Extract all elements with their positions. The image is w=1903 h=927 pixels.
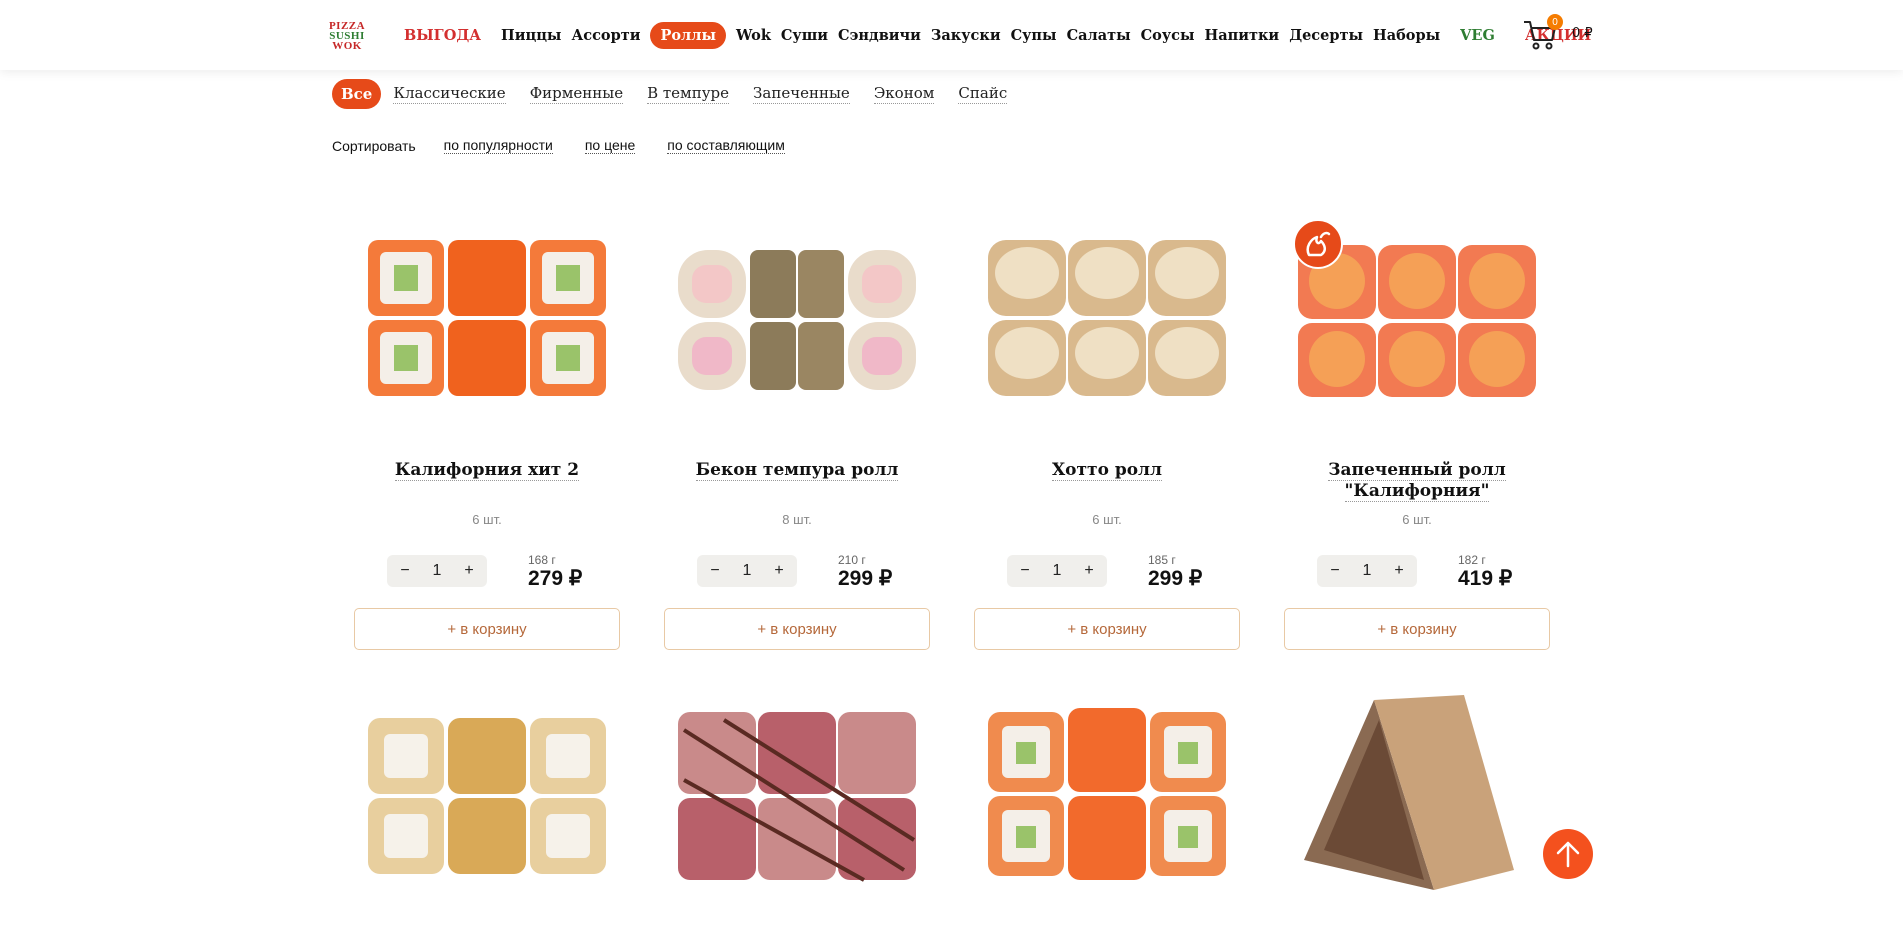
decrement-button[interactable]: −: [1327, 562, 1343, 580]
nav-item-salads[interactable]: Салаты: [1067, 27, 1131, 44]
subcat-classic[interactable]: Классические: [393, 84, 506, 104]
product-weight: 210 г: [838, 553, 866, 567]
product-price: 279 ₽: [528, 567, 583, 590]
nav-item-sandwiches[interactable]: Сэндвичи: [838, 27, 921, 44]
arrow-up-icon: [1556, 841, 1580, 868]
product-image[interactable]: [1284, 690, 1550, 915]
quantity-stepper: − 1 +: [1007, 555, 1107, 587]
product-image[interactable]: [664, 690, 930, 915]
product-pieces: 6 шт.: [1402, 512, 1432, 527]
sort-by-price[interactable]: по цене: [584, 137, 636, 154]
subcategory-filter: Все Классические Фирменные В темпуре Зап…: [332, 78, 1031, 110]
nav-item-assorti[interactable]: Ассорти: [571, 27, 640, 44]
product-image[interactable]: [664, 215, 930, 415]
cart-count-badge: 0: [1547, 14, 1563, 30]
decrement-button[interactable]: −: [397, 562, 413, 580]
subcat-tempura[interactable]: В темпуре: [647, 84, 730, 104]
quantity-value: 1: [1362, 562, 1372, 579]
nav-item-wok[interactable]: Wok: [736, 27, 771, 44]
product-image[interactable]: [354, 690, 620, 915]
spicy-badge-icon: [1293, 219, 1343, 269]
nav-item-pizza[interactable]: Пиццы: [501, 27, 561, 44]
nav-item-rolls[interactable]: Роллы: [650, 21, 727, 49]
increment-button[interactable]: +: [1081, 562, 1097, 580]
nav-item-drinks[interactable]: Напитки: [1205, 27, 1280, 44]
product-card: Бекон темпура ролл 8 шт. − 1 + 210 г 299…: [664, 215, 930, 655]
nav-item-desserts[interactable]: Десерты: [1289, 27, 1363, 44]
decrement-button[interactable]: −: [1017, 562, 1033, 580]
add-to-cart-button[interactable]: + в корзину: [664, 608, 930, 650]
quantity-value: 1: [432, 562, 442, 579]
nav-item-vygoda[interactable]: ВЫГОДА: [404, 27, 481, 44]
sort-label: Сортировать: [332, 137, 416, 154]
product-weight: 185 г: [1148, 553, 1176, 567]
nav-item-veg[interactable]: VEG: [1460, 27, 1495, 44]
increment-button[interactable]: +: [461, 562, 477, 580]
quantity-value: 1: [742, 562, 752, 579]
product-pieces: 6 шт.: [472, 512, 502, 527]
product-price: 299 ₽: [1148, 567, 1203, 590]
main-nav: ВЫГОДА Пиццы Ассорти Роллы Wok Суши Сэнд…: [404, 20, 1601, 50]
subcat-spicy[interactable]: Спайс: [958, 84, 1008, 104]
quantity-stepper: − 1 +: [697, 555, 797, 587]
product-title[interactable]: Калифорния хит 2: [354, 460, 620, 481]
logo-line-3: WOK: [332, 40, 362, 52]
product-card: Калифорния хит 2 6 шт. − 1 + 168 г 279 ₽…: [354, 215, 620, 655]
product-image[interactable]: [974, 690, 1240, 915]
nav-item-sets[interactable]: Наборы: [1373, 27, 1440, 44]
sort-by-popularity[interactable]: по популярности: [443, 137, 553, 154]
product-title[interactable]: Бекон темпура ролл: [664, 460, 930, 481]
increment-button[interactable]: +: [771, 562, 787, 580]
increment-button[interactable]: +: [1391, 562, 1407, 580]
product-price: 419 ₽: [1458, 567, 1513, 590]
product-card: Запеченный ролл "Калифорния" 6 шт. − 1 +…: [1284, 215, 1550, 655]
site-header: PIZZA SUSHI WOK ВЫГОДА Пиццы Ассорти Рол…: [0, 0, 1903, 70]
subcat-signature[interactable]: Фирменные: [529, 84, 624, 104]
nav-item-soups[interactable]: Супы: [1011, 27, 1057, 44]
product-weight: 168 г: [528, 553, 556, 567]
product-pieces: 6 шт.: [1092, 512, 1122, 527]
subcat-all[interactable]: Все: [332, 79, 382, 109]
decrement-button[interactable]: −: [707, 562, 723, 580]
nav-item-sauces[interactable]: Соусы: [1141, 27, 1195, 44]
subcat-baked[interactable]: Запеченные: [753, 84, 850, 104]
product-image[interactable]: [974, 215, 1240, 415]
nav-item-sushi[interactable]: Суши: [781, 27, 828, 44]
product-title[interactable]: Запеченный ролл "Калифорния": [1284, 460, 1550, 502]
quantity-stepper: − 1 +: [1317, 555, 1417, 587]
add-to-cart-button[interactable]: + в корзину: [354, 608, 620, 650]
sort-by-ingredients[interactable]: по составляющим: [667, 137, 785, 154]
add-to-cart-button[interactable]: + в корзину: [1284, 608, 1550, 650]
subcat-economy[interactable]: Эконом: [873, 84, 935, 104]
logo[interactable]: PIZZA SUSHI WOK: [326, 20, 368, 52]
product-card: Хотто ролл 6 шт. − 1 + 185 г 299 ₽ + в к…: [974, 215, 1240, 655]
product-price: 299 ₽: [838, 567, 893, 590]
product-pieces: 8 шт.: [782, 512, 812, 527]
product-weight: 182 г: [1458, 553, 1486, 567]
add-to-cart-button[interactable]: + в корзину: [974, 608, 1240, 650]
product-image[interactable]: [354, 215, 620, 415]
quantity-stepper: − 1 +: [387, 555, 487, 587]
sort-bar: Сортировать по популярности по цене по с…: [332, 137, 817, 154]
nav-item-snacks[interactable]: Закуски: [931, 27, 1001, 44]
product-title[interactable]: Хотто ролл: [974, 460, 1240, 481]
cart-total[interactable]: 0 ₽: [1572, 26, 1593, 41]
quantity-value: 1: [1052, 562, 1062, 579]
scroll-to-top-button[interactable]: [1543, 829, 1593, 879]
